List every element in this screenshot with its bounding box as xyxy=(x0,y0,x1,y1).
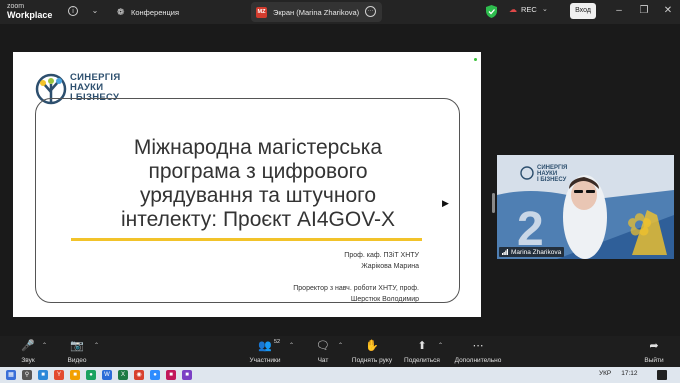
svg-text:І БІЗНЕСУ: І БІЗНЕСУ xyxy=(537,177,567,183)
browser-icon[interactable]: Y xyxy=(54,370,64,380)
share-button[interactable]: ⬆ Поделиться xyxy=(404,339,440,366)
author-affiliation: Проректор з навч. роботи ХНТУ, проф. xyxy=(293,285,419,292)
video-button[interactable]: 📷 Видео xyxy=(64,339,90,366)
share-label: Поделиться xyxy=(404,357,440,364)
cloud-record-icon: ☁ xyxy=(509,5,517,14)
share-screen-icon: ⬆ xyxy=(417,340,427,352)
presenter-avatar: MZ xyxy=(256,6,267,18)
chevron-up-icon[interactable]: ⌃ xyxy=(438,342,443,349)
chevron-down-icon[interactable]: ⌄ xyxy=(88,4,102,18)
more-options-icon[interactable]: ··· xyxy=(365,6,376,17)
meeting-title-label: Конференция xyxy=(131,7,180,17)
app-icon[interactable]: ■ xyxy=(182,370,192,380)
sound-button[interactable]: 🎤 Звук xyxy=(15,339,41,366)
browser-icon[interactable]: ● xyxy=(86,370,96,380)
recording-label: REC xyxy=(521,5,537,14)
chat-button[interactable]: 🗨 Чат xyxy=(312,339,334,366)
chevron-down-icon[interactable]: ⌄ xyxy=(542,5,548,13)
shared-screen-slide: СИНЕРГІЯ НАУКИ І БІЗНЕСУ Міжнародна магі… xyxy=(13,52,481,317)
participant-video: 2 ✿ СИНЕРГІЯ НАУКИ І БІЗНЕСУ xyxy=(497,155,674,259)
chevron-up-icon[interactable]: ⌃ xyxy=(338,342,343,349)
start-icon[interactable]: ▦ xyxy=(6,370,16,380)
raise-hand-label: Поднять руку xyxy=(351,357,393,364)
participants-count: 52 xyxy=(274,339,281,345)
author-name: Жарікова Марина xyxy=(361,263,419,270)
chrome-icon[interactable]: ◉ xyxy=(134,370,144,380)
screen-share-tab[interactable]: MZ Экран (Marina Zharikova) ··· xyxy=(251,2,382,22)
slide-title: Міжнародна магістерська програма з цифро… xyxy=(120,136,396,231)
participants-button[interactable]: 👥 52 Участники xyxy=(247,339,283,366)
app-icon[interactable]: ■ xyxy=(166,370,176,380)
participant-name: Marina Zharikova xyxy=(511,248,562,256)
app-icon[interactable]: ■ xyxy=(38,370,48,380)
status-dot xyxy=(474,58,477,61)
recording-indicator[interactable]: ☁ REC xyxy=(509,5,537,14)
mouse-cursor-icon: ▶ xyxy=(442,198,449,208)
signal-icon xyxy=(502,249,508,255)
restore-icon[interactable]: ❐ xyxy=(637,4,651,18)
zoom-icon[interactable]: ● xyxy=(150,370,160,380)
language-indicator[interactable]: УКР xyxy=(599,370,611,377)
participant-video-tile[interactable]: 2 ✿ СИНЕРГІЯ НАУКИ І БІЗНЕСУ Marina Zhar… xyxy=(497,155,674,259)
more-icon: ⋯ xyxy=(472,340,484,352)
title-underline xyxy=(71,238,422,241)
mic-muted-icon: 🎤 xyxy=(21,340,35,352)
meeting-toolbar: 🎤 Звук ⌃ 📷 Видео ⌃ 👥 52 Участники ⌃ 🗨 Ча… xyxy=(0,336,680,367)
meeting-title[interactable]: ❁ Конференция xyxy=(115,5,179,19)
clock[interactable]: 17:12 xyxy=(621,370,637,377)
system-tray: УКР 17:12 xyxy=(599,370,638,377)
participants-label: Участники xyxy=(249,357,281,364)
chevron-up-icon[interactable]: ⌃ xyxy=(42,342,47,349)
chat-icon: 🗨 xyxy=(316,340,330,352)
participant-name-tag: Marina Zharikova xyxy=(499,247,565,257)
sound-label: Звук xyxy=(21,357,35,364)
split-view-drag-handle[interactable] xyxy=(492,193,495,213)
chevron-up-icon[interactable]: ⌃ xyxy=(94,342,99,349)
minimize-icon[interactable]: – xyxy=(612,4,626,18)
shield-icon[interactable] xyxy=(486,5,497,18)
word-icon[interactable]: W xyxy=(102,370,112,380)
os-taskbar: ▦ ⚲ ■ Y ■ ● W X ◉ ● ■ ■ УКР 17:12 xyxy=(0,367,680,383)
info-icon[interactable]: i xyxy=(68,6,78,16)
more-label: Дополнительно xyxy=(454,357,502,364)
author-affiliation: Проф. каф. ПЗіТ ХНТУ xyxy=(344,252,419,259)
login-button[interactable]: Вход xyxy=(570,3,596,19)
search-icon[interactable]: ⚲ xyxy=(22,370,32,380)
camera-off-icon: 📷 xyxy=(70,340,84,352)
excel-icon[interactable]: X xyxy=(118,370,128,380)
leave-icon: ➦ xyxy=(649,340,659,352)
notification-icon[interactable] xyxy=(657,370,667,380)
raise-hand-button[interactable]: ✋ Поднять руку xyxy=(350,339,394,366)
meeting-stage: СИНЕРГІЯ НАУКИ І БІЗНЕСУ Міжнародна магі… xyxy=(0,24,680,336)
leave-button[interactable]: ➦ Выйти xyxy=(641,339,667,366)
chat-label: Чат xyxy=(317,357,329,364)
zoom-logo: zoom Workplace xyxy=(7,2,59,20)
video-label: Видео xyxy=(67,357,87,364)
chevron-up-icon[interactable]: ⌃ xyxy=(289,342,294,349)
screen-share-label: Экран (Marina Zharikova) xyxy=(273,7,360,17)
more-button[interactable]: ⋯ Дополнительно xyxy=(450,339,506,366)
paw-icon: ❁ xyxy=(116,6,125,17)
explorer-icon[interactable]: ■ xyxy=(70,370,80,380)
leave-label: Выйти xyxy=(644,357,664,364)
author-name: Шерстюк Володимир xyxy=(350,296,419,303)
title-bar: zoom Workplace i ⌄ ❁ Конференция MZ Экра… xyxy=(0,0,680,24)
hand-icon: ✋ xyxy=(365,340,379,352)
close-icon[interactable]: ✕ xyxy=(661,4,675,18)
logo-line-2: Workplace xyxy=(7,10,53,20)
